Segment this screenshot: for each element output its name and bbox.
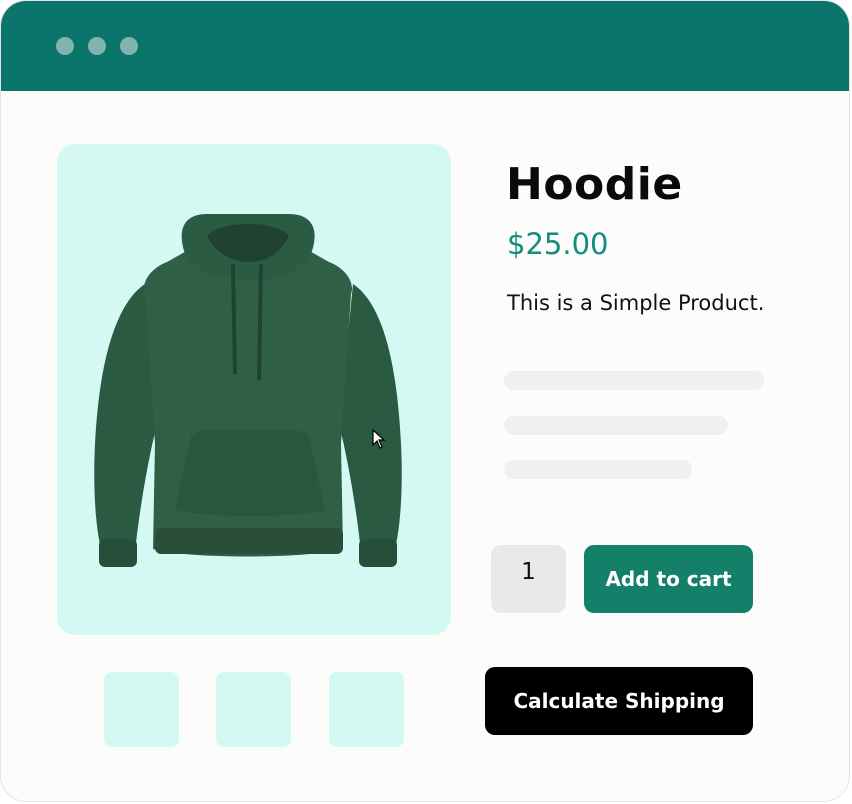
thumbnail-1[interactable] bbox=[104, 672, 179, 747]
quantity-input[interactable] bbox=[491, 545, 566, 613]
product-description: This is a Simple Product. bbox=[507, 291, 765, 315]
browser-window: Hoodie $25.00 This is a Simple Product. … bbox=[0, 0, 850, 802]
product-image[interactable] bbox=[57, 144, 451, 635]
window-control-dot[interactable] bbox=[56, 37, 74, 55]
hoodie-graphic bbox=[94, 214, 402, 567]
thumbnail-2[interactable] bbox=[216, 672, 291, 747]
window-titlebar bbox=[1, 1, 849, 91]
product-title: Hoodie bbox=[506, 159, 683, 210]
calculate-shipping-button[interactable]: Calculate Shipping bbox=[485, 667, 753, 735]
add-to-cart-button[interactable]: Add to cart bbox=[584, 545, 753, 613]
placeholder-line bbox=[504, 371, 764, 390]
hoodie-image bbox=[94, 214, 402, 567]
thumbnail-3[interactable] bbox=[329, 672, 404, 747]
window-control-dot[interactable] bbox=[120, 37, 138, 55]
product-price: $25.00 bbox=[507, 227, 609, 261]
mouse-pointer-icon bbox=[372, 429, 386, 449]
window-control-dot[interactable] bbox=[88, 37, 106, 55]
placeholder-line bbox=[504, 416, 728, 435]
placeholder-line bbox=[504, 460, 692, 479]
